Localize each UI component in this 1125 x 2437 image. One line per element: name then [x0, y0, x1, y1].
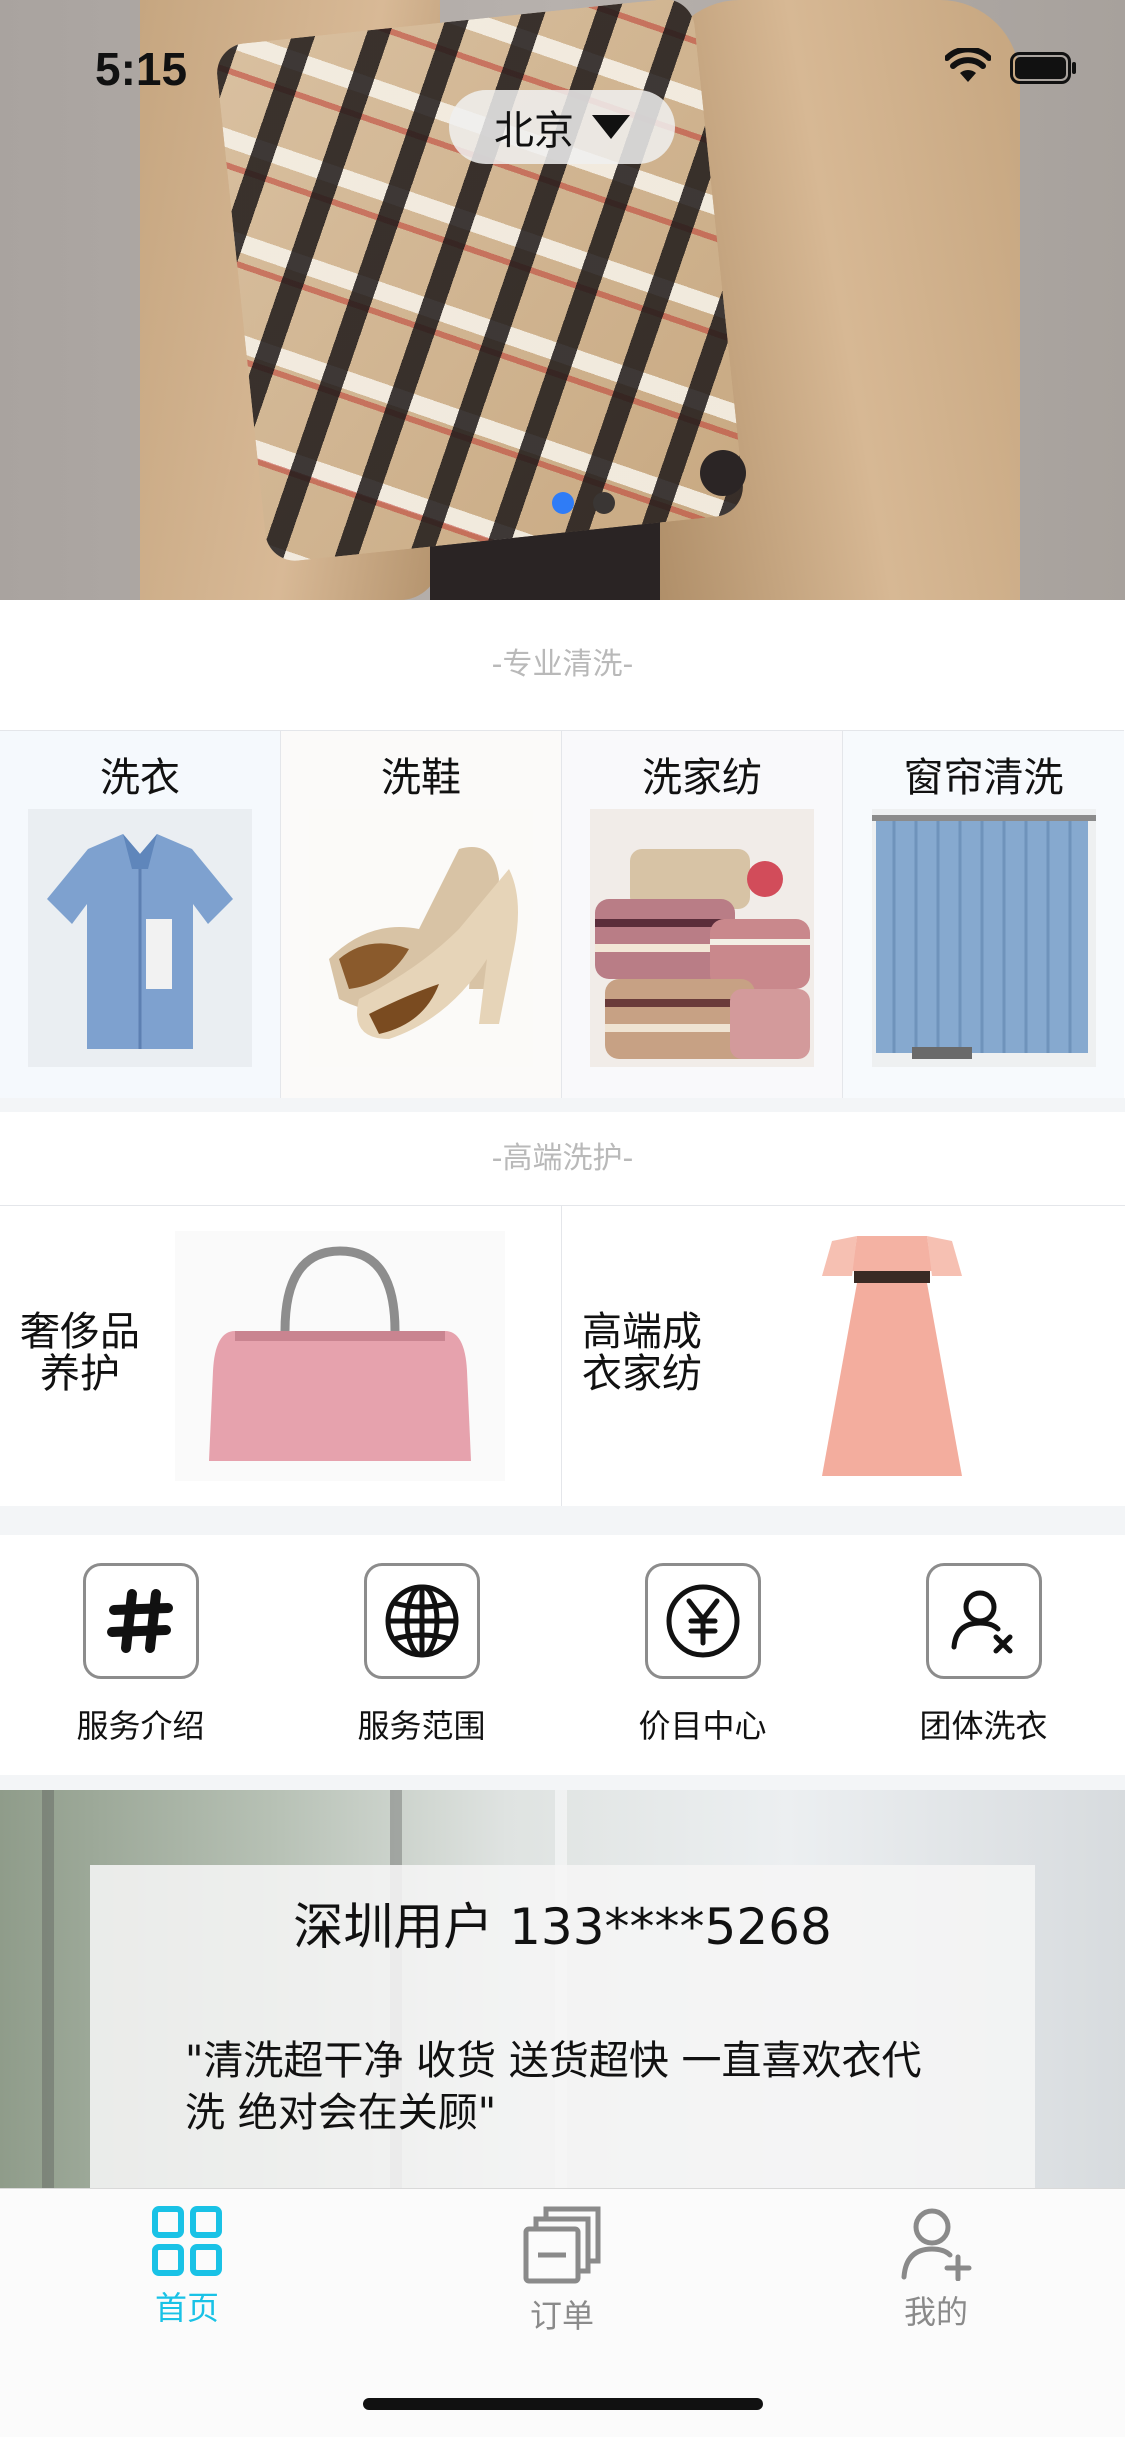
quick-link-label: 团体洗衣 — [919, 1707, 1048, 1745]
icon-box — [644, 1563, 761, 1679]
dropdown-triangle-icon — [592, 115, 630, 139]
section-header-premium: -高端洗护- — [0, 1112, 1125, 1205]
city-selector[interactable]: 北京 — [449, 90, 675, 164]
order-stack-icon — [523, 2206, 601, 2284]
banner-page-dot[interactable] — [593, 492, 615, 514]
premium-services: 奢侈品 养护 高端成 衣家纺 — [0, 1205, 1125, 1506]
section-title: -高端洗护- — [491, 1141, 634, 1176]
icon-box — [925, 1563, 1042, 1679]
service-card-curtains[interactable]: 窗帘清洗 — [843, 730, 1124, 1098]
premium-label: 奢侈品 养护 — [20, 1309, 140, 1397]
service-card-laundry[interactable]: 洗衣 — [0, 730, 281, 1098]
quick-link-price-center[interactable]: 价目中心 — [562, 1535, 843, 1775]
hash-icon — [106, 1589, 173, 1653]
yen-icon — [666, 1584, 739, 1658]
hero-banner[interactable]: 5:15 北京 — [0, 0, 1125, 600]
user-review-banner[interactable]: 深圳用户 133****5268 "清洗超干净 收货 送货超快 一直喜欢衣代洗 … — [0, 1790, 1125, 2190]
review-text: "清洗超干净 收货 送货超快 一直喜欢衣代洗 绝对会在关顾" — [185, 2038, 922, 2136]
quick-link-label: 服务范围 — [357, 1707, 486, 1745]
service-label: 洗家纺 — [642, 755, 762, 801]
service-label: 窗帘清洗 — [903, 755, 1064, 801]
premium-label: 高端成 衣家纺 — [582, 1309, 702, 1397]
battery-icon — [1010, 52, 1076, 84]
tab-label: 订单 — [529, 2297, 594, 2335]
curtain-image — [871, 809, 1096, 1067]
quick-link-label: 服务介绍 — [76, 1707, 205, 1745]
service-label: 洗鞋 — [381, 755, 461, 801]
service-grid: 洗衣 洗鞋 洗家纺 窗帘清洗 — [0, 730, 1125, 1098]
section-header-professional: -专业清洗- — [0, 600, 1125, 730]
wifi-icon — [945, 48, 991, 82]
handbag-image — [175, 1231, 505, 1481]
tab-home[interactable]: 首页 — [87, 2205, 287, 2329]
home-indicator — [363, 2398, 763, 2410]
quick-link-service-intro[interactable]: 服务介绍 — [0, 1535, 281, 1775]
tab-profile[interactable]: 我的 — [836, 2205, 1036, 2333]
quick-link-label: 价目中心 — [638, 1707, 767, 1745]
globe-icon — [385, 1584, 458, 1658]
tab-label: 我的 — [903, 2293, 968, 2331]
status-time: 5:15 — [95, 43, 188, 95]
review-card: 深圳用户 133****5268 "清洗超干净 收货 送货超快 一直喜欢衣代洗 … — [90, 1865, 1035, 2190]
premium-card-high-end-garments[interactable]: 高端成 衣家纺 — [562, 1206, 1124, 1506]
shirt-image — [28, 809, 252, 1067]
icon-box — [363, 1563, 480, 1679]
pillows-image — [590, 809, 814, 1067]
service-label: 洗衣 — [100, 755, 180, 801]
quick-links: 服务介绍 服务范围 价目中心 团体洗衣 — [0, 1535, 1125, 1775]
premium-card-luxury-care[interactable]: 奢侈品 养护 — [0, 1206, 562, 1506]
grid-icon — [152, 2206, 222, 2276]
section-title: -专业清洗- — [491, 647, 634, 682]
banner-image-button — [700, 450, 746, 496]
tab-label: 首页 — [154, 2289, 219, 2327]
service-card-home-textiles[interactable]: 洗家纺 — [562, 730, 843, 1098]
city-name: 北京 — [494, 108, 574, 154]
dress-image — [822, 1236, 962, 1476]
service-card-shoes[interactable]: 洗鞋 — [281, 730, 562, 1098]
tab-orders[interactable]: 订单 — [462, 2205, 662, 2337]
shoes-image — [309, 809, 533, 1067]
review-user: 深圳用户 133****5268 — [293, 1898, 832, 1956]
banner-page-dot-active[interactable] — [552, 492, 574, 514]
user-add-icon — [901, 2208, 972, 2281]
background-window-frame — [42, 1790, 54, 2190]
banner-image-scarf — [214, 0, 746, 564]
user-cancel-icon — [951, 1590, 1012, 1654]
icon-box — [82, 1563, 199, 1679]
quick-link-service-area[interactable]: 服务范围 — [281, 1535, 562, 1775]
quick-link-group-laundry[interactable]: 团体洗衣 — [843, 1535, 1124, 1775]
